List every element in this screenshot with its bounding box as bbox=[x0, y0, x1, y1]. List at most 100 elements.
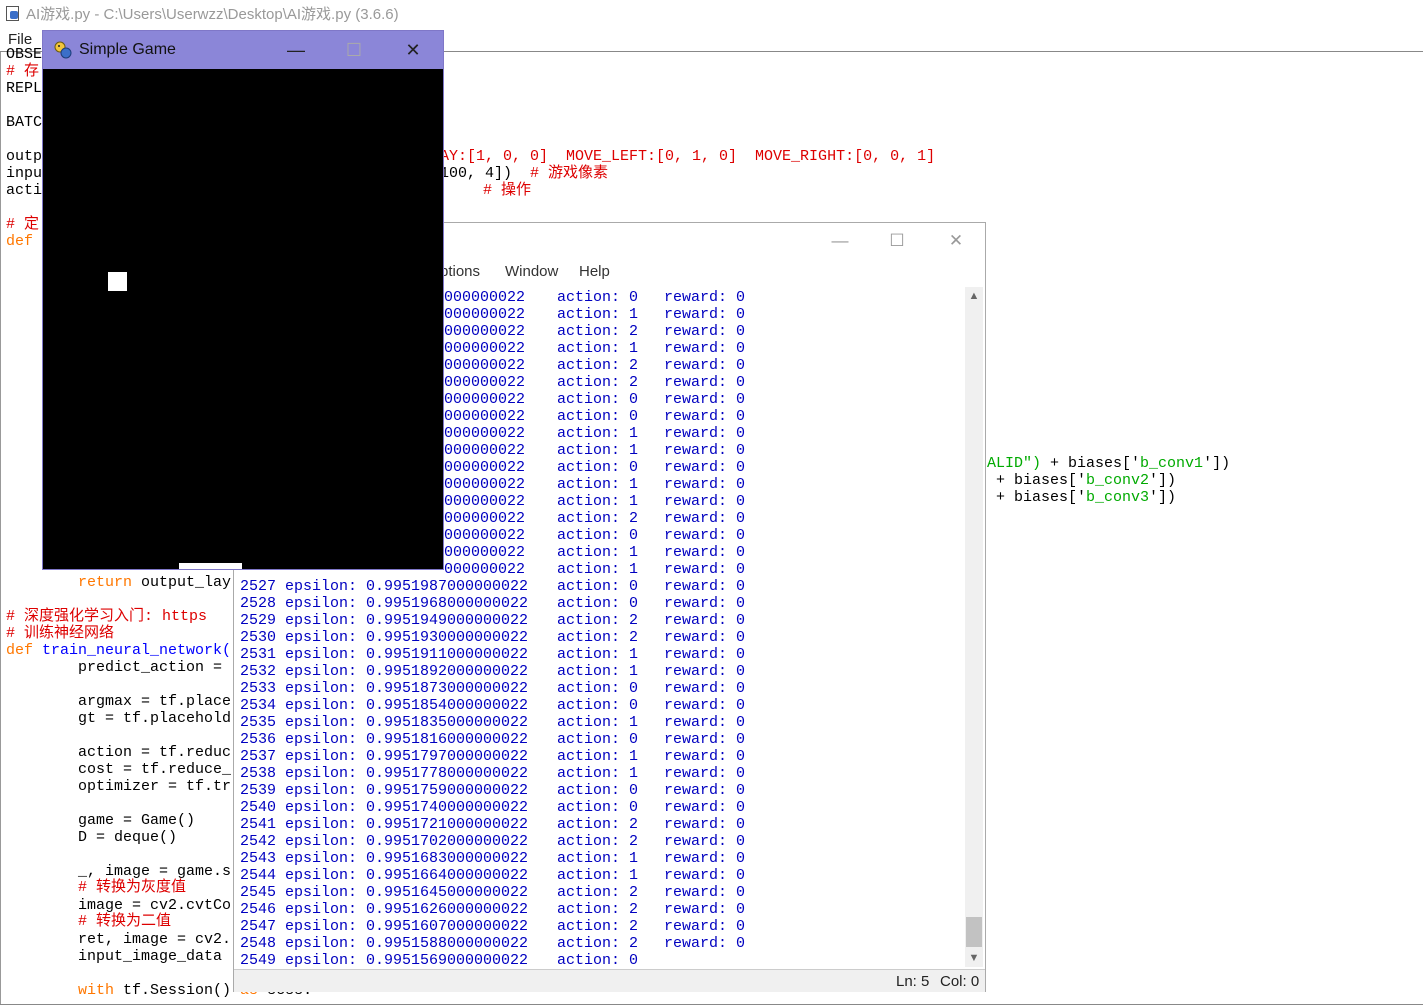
action-label: action: bbox=[557, 663, 621, 680]
reward-value: 0 bbox=[736, 340, 746, 357]
action-label: action: bbox=[557, 850, 621, 867]
minimize-button[interactable]: — bbox=[284, 39, 308, 61]
action-value: 0 bbox=[629, 799, 639, 816]
code-token: ']) bbox=[1149, 489, 1177, 506]
reward-value: 0 bbox=[736, 765, 746, 782]
reward-value: 0 bbox=[736, 391, 746, 408]
action-label: action: bbox=[557, 493, 621, 510]
epsilon-value: 0.9951911000000022 bbox=[366, 646, 529, 663]
menu-window[interactable]: Window bbox=[505, 263, 558, 280]
action-value: 2 bbox=[629, 357, 639, 374]
reward-value: 0 bbox=[736, 918, 746, 935]
divider bbox=[0, 52, 1, 1004]
action-label: action: bbox=[557, 765, 621, 782]
epsilon-value: 000000022 bbox=[444, 442, 526, 459]
close-button[interactable]: ✕ bbox=[401, 39, 425, 61]
reward-value: 0 bbox=[736, 884, 746, 901]
action-label: action: bbox=[557, 578, 621, 595]
reward-value: 0 bbox=[736, 833, 746, 850]
step-number: 2544 bbox=[240, 867, 277, 884]
reward-label: reward: bbox=[664, 374, 728, 391]
scrollbar-thumb[interactable] bbox=[966, 917, 982, 947]
menu-help[interactable]: Help bbox=[579, 263, 610, 280]
code-line: # 定 bbox=[6, 216, 40, 233]
action-value: 0 bbox=[629, 595, 639, 612]
reward-value: 0 bbox=[736, 323, 746, 340]
action-value: 0 bbox=[629, 408, 639, 425]
reward-label: reward: bbox=[664, 561, 728, 578]
reward-label: reward: bbox=[664, 918, 728, 935]
reward-label: reward: bbox=[664, 901, 728, 918]
reward-value: 0 bbox=[736, 425, 746, 442]
game-titlebar[interactable]: Simple Game — ☐ ✕ bbox=[43, 31, 443, 69]
code-line: BATC bbox=[6, 114, 43, 131]
reward-label: reward: bbox=[664, 425, 728, 442]
game-canvas[interactable] bbox=[43, 69, 443, 569]
reward-label: reward: bbox=[664, 408, 728, 425]
menu-options[interactable]: ptions bbox=[440, 263, 480, 280]
epsilon-value: 0.9951949000000022 bbox=[366, 612, 529, 629]
game-window[interactable]: Simple Game — ☐ ✕ bbox=[42, 30, 444, 570]
reward-label: reward: bbox=[664, 493, 728, 510]
status-bar: Ln: 5 Col: 0 bbox=[234, 969, 985, 992]
step-number: 2530 bbox=[240, 629, 277, 646]
step-number: 2536 bbox=[240, 731, 277, 748]
action-label: action: bbox=[557, 459, 621, 476]
vertical-scrollbar[interactable]: ▲ ▼ bbox=[965, 287, 983, 967]
reward-label: reward: bbox=[664, 544, 728, 561]
reward-value: 0 bbox=[736, 816, 746, 833]
action-label: action: bbox=[557, 544, 621, 561]
reward-label: reward: bbox=[664, 527, 728, 544]
reward-value: 0 bbox=[736, 561, 746, 578]
epsilon-value: 000000022 bbox=[444, 510, 526, 527]
action-value: 2 bbox=[629, 629, 639, 646]
step-number: 2539 bbox=[240, 782, 277, 799]
action-label: action: bbox=[557, 510, 621, 527]
epsilon-value: 000000022 bbox=[444, 289, 526, 306]
action-value: 0 bbox=[629, 782, 639, 799]
action-label: action: bbox=[557, 374, 621, 391]
code-line: OBSE bbox=[6, 46, 43, 63]
code-line: REPL bbox=[6, 80, 43, 97]
action-label: action: bbox=[557, 289, 621, 306]
minimize-button[interactable]: — bbox=[825, 229, 855, 253]
epsilon-label: epsilon: bbox=[285, 731, 358, 748]
step-number: 2528 bbox=[240, 595, 277, 612]
epsilon-label: epsilon: bbox=[285, 680, 358, 697]
reward-value: 0 bbox=[736, 782, 746, 799]
epsilon-label: epsilon: bbox=[285, 612, 358, 629]
epsilon-label: epsilon: bbox=[285, 629, 358, 646]
scroll-up-icon[interactable]: ▲ bbox=[965, 287, 983, 305]
menu-file[interactable]: File bbox=[8, 31, 32, 48]
epsilon-value: 0.9951626000000022 bbox=[366, 901, 529, 918]
code-string: b_conv1 bbox=[1140, 455, 1204, 472]
code-line: outp bbox=[6, 148, 43, 165]
action-value: 1 bbox=[629, 748, 639, 765]
code-line: ALID") + biases['b_conv1']) bbox=[987, 455, 1230, 472]
reward-label: reward: bbox=[664, 612, 728, 629]
action-label: action: bbox=[557, 952, 621, 967]
epsilon-value: 0.9951740000000022 bbox=[366, 799, 529, 816]
code-line: ret, image = cv2. bbox=[78, 931, 232, 948]
action-label: action: bbox=[557, 561, 621, 578]
maximize-button[interactable]: ☐ bbox=[882, 229, 912, 253]
step-number: 2527 bbox=[240, 578, 277, 595]
action-label: action: bbox=[557, 323, 621, 340]
reward-label: reward: bbox=[664, 833, 728, 850]
action-value: 2 bbox=[629, 935, 639, 952]
step-number: 2545 bbox=[240, 884, 277, 901]
action-label: action: bbox=[557, 595, 621, 612]
action-label: action: bbox=[557, 884, 621, 901]
code-line: def bbox=[6, 233, 34, 250]
action-label: action: bbox=[557, 867, 621, 884]
code-token: + biases[' bbox=[987, 489, 1087, 506]
close-button[interactable]: ✕ bbox=[941, 229, 971, 253]
scroll-down-icon[interactable]: ▼ bbox=[965, 949, 983, 967]
action-label: action: bbox=[557, 935, 621, 952]
divider bbox=[0, 1004, 1423, 1005]
epsilon-label: epsilon: bbox=[285, 697, 358, 714]
epsilon-value: 000000022 bbox=[444, 340, 526, 357]
step-number: 2533 bbox=[240, 680, 277, 697]
reward-label: reward: bbox=[664, 578, 728, 595]
action-label: action: bbox=[557, 918, 621, 935]
